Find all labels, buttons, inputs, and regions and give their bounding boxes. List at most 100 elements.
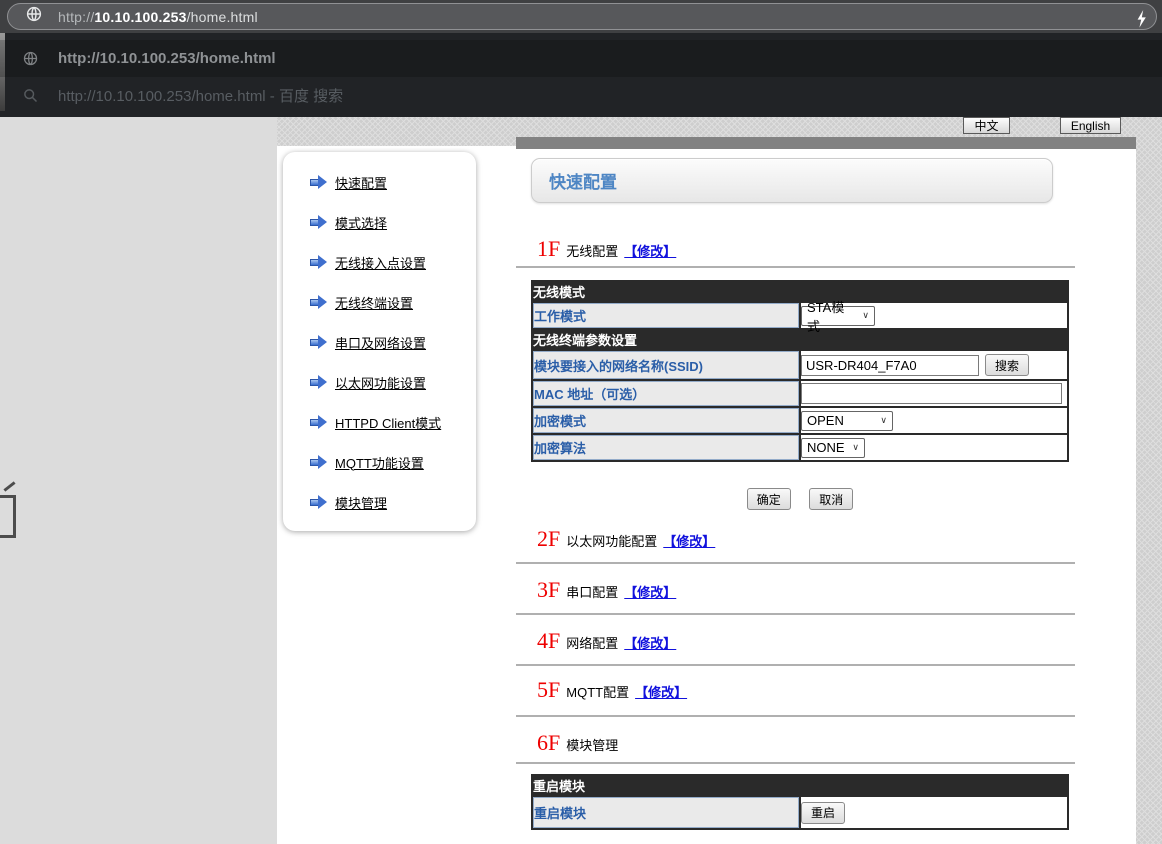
- section-heading-3f: 3F串口配置【修改】: [537, 577, 676, 603]
- section-label: MQTT配置: [566, 685, 629, 700]
- globe-icon: [26, 6, 42, 27]
- table-row: 加密模式 OPEN∨: [533, 408, 1067, 433]
- sidebar-item-serial-network-settings[interactable]: 串口及网络设置: [283, 322, 476, 362]
- mac-address-input[interactable]: [801, 383, 1062, 404]
- search-button[interactable]: 搜索: [985, 354, 1029, 376]
- url-text: http://10.10.100.253/home.html: [58, 9, 258, 25]
- blue-arrow-icon: [310, 375, 327, 389]
- modify-link[interactable]: 【修改】: [624, 636, 676, 651]
- suggestion-item-url[interactable]: http://10.10.100.253/home.html: [0, 40, 1162, 77]
- field-label: 加密模式: [533, 408, 799, 433]
- url-path: /home.html: [187, 9, 258, 25]
- wireless-config-table: 无线模式 工作模式 STA模式∨ 无线终端参数设置 模块要接入的网络名称(SSI…: [531, 280, 1069, 462]
- section-label: 无线配置: [566, 244, 618, 259]
- blue-arrow-icon: [310, 335, 327, 349]
- blue-arrow-icon: [310, 495, 327, 509]
- section-label: 模块管理: [566, 738, 618, 753]
- blue-arrow-icon: [310, 295, 327, 309]
- sidebar-item-wireless-sta-settings[interactable]: 无线终端设置: [283, 282, 476, 322]
- section-label: 以太网功能配置: [566, 534, 657, 549]
- sidebar-item-module-management[interactable]: 模块管理: [283, 482, 476, 522]
- blue-arrow-icon: [310, 415, 327, 429]
- blue-arrow-icon: [310, 175, 327, 189]
- modify-link[interactable]: 【修改】: [663, 534, 715, 549]
- section-heading-1f: 1F 无线配置【修改】: [537, 236, 676, 262]
- desktop-area: [0, 117, 277, 844]
- url-domain: 10.10.100.253: [94, 9, 186, 25]
- sidebar-menu: 快速配置 模式选择 无线接入点设置 无线终端设置 串口及网络设置 以太网功能设置: [283, 152, 476, 531]
- modify-link[interactable]: 【修改】: [635, 685, 687, 700]
- field-label: 加密算法: [533, 435, 799, 460]
- header-band: [516, 137, 1136, 149]
- modify-link[interactable]: 【修改】: [624, 585, 676, 600]
- globe-icon: [22, 51, 38, 66]
- sidebar-item-label: 快速配置: [335, 173, 387, 192]
- url-field[interactable]: http://10.10.100.253/home.html: [7, 3, 1157, 30]
- lang-english-button[interactable]: English: [1060, 117, 1121, 134]
- restart-button[interactable]: 重启: [801, 802, 845, 824]
- sidebar-item-ethernet-settings[interactable]: 以太网功能设置: [283, 362, 476, 402]
- lightning-icon[interactable]: [1135, 9, 1148, 34]
- suggestion-text: http://10.10.100.253/home.html - 百度 搜索: [58, 85, 343, 106]
- sidebar-item-label: HTTPD Client模式: [335, 413, 441, 432]
- sidebar-item-mode-select[interactable]: 模式选择: [283, 202, 476, 242]
- sidebar-item-label: 模块管理: [335, 493, 387, 512]
- divider: [516, 613, 1075, 615]
- table-group-header: 无线模式: [533, 282, 1067, 301]
- encryption-algorithm-select[interactable]: NONE∨: [801, 438, 865, 458]
- sidebar-item-label: 无线终端设置: [335, 293, 413, 312]
- divider: [516, 562, 1075, 564]
- section-number: 4F: [537, 628, 560, 653]
- chevron-down-icon: ∨: [880, 415, 887, 426]
- cancel-button[interactable]: 取消: [809, 488, 853, 510]
- screen: http://10.10.100.253/home.html http://10…: [0, 0, 1162, 844]
- section-heading-6f: 6F模块管理: [537, 730, 618, 756]
- page-background: 中文 English 快速配置 模式选择 无线接入点设置 无线终端设置: [277, 117, 1162, 844]
- lang-chinese-button[interactable]: 中文: [963, 117, 1010, 134]
- table-row: 加密算法 NONE∨: [533, 435, 1067, 460]
- table-row: 工作模式 STA模式∨: [533, 303, 1067, 328]
- section-number: 2F: [537, 526, 560, 551]
- field-label: 模块要接入的网络名称(SSID): [533, 351, 799, 379]
- browser-address-bar: http://10.10.100.253/home.html: [0, 0, 1162, 33]
- section-heading-5f: 5F MQTT配置【修改】: [537, 677, 687, 703]
- page-title-box: 快速配置: [531, 158, 1053, 203]
- work-mode-select[interactable]: STA模式∨: [801, 306, 875, 326]
- section-heading-4f: 4F 网络配置【修改】: [537, 628, 676, 654]
- section-number: 5F: [537, 677, 560, 702]
- sidebar-item-httpd-client-mode[interactable]: HTTPD Client模式: [283, 402, 476, 442]
- section-heading-2f: 2F 以太网功能配置【修改】: [537, 526, 715, 552]
- table-row: 模块要接入的网络名称(SSID) 搜索: [533, 351, 1067, 379]
- suggestion-item-search[interactable]: http://10.10.100.253/home.html - 百度 搜索: [0, 77, 1162, 114]
- section-label: 串口配置: [566, 585, 618, 600]
- sidebar-item-label: 串口及网络设置: [335, 333, 426, 352]
- sidebar-item-wireless-ap-settings[interactable]: 无线接入点设置: [283, 242, 476, 282]
- main-content: 快速配置 1F无线配置【修改】 无线模式 工作模式 STA模式∨ 无线终端参数设…: [516, 158, 1075, 844]
- field-label: 工作模式: [533, 303, 799, 328]
- sidebar-item-quick-config[interactable]: 快速配置: [283, 162, 476, 202]
- divider: [516, 715, 1075, 717]
- page-title: 快速配置: [549, 168, 617, 193]
- chevron-down-icon: ∨: [862, 310, 869, 321]
- field-label: 重启模块: [533, 797, 799, 828]
- restart-table: 重启模块 重启模块 重启: [531, 774, 1069, 830]
- blue-arrow-icon: [310, 255, 327, 269]
- ssid-input[interactable]: [801, 355, 979, 376]
- section-number: 1F: [537, 236, 560, 261]
- url-suggestions-dropdown: http://10.10.100.253/home.html http://10…: [0, 33, 1162, 117]
- ok-button[interactable]: 确定: [747, 488, 791, 510]
- url-scheme: http://: [58, 9, 94, 25]
- sidebar-item-mqtt-settings[interactable]: MQTT功能设置: [283, 442, 476, 482]
- modify-link[interactable]: 【修改】: [624, 244, 676, 259]
- divider: [516, 664, 1075, 666]
- divider: [516, 762, 1075, 764]
- chevron-down-icon: ∨: [852, 442, 859, 453]
- table-group-header: 重启模块: [533, 776, 1067, 795]
- encryption-mode-select[interactable]: OPEN∨: [801, 411, 893, 431]
- form-buttons: 确定 取消: [531, 488, 1069, 510]
- sidebar-item-label: 无线接入点设置: [335, 253, 426, 272]
- section-label: 网络配置: [566, 636, 618, 651]
- blue-arrow-icon: [310, 215, 327, 229]
- blue-arrow-icon: [310, 455, 327, 469]
- field-label: MAC 地址（可选）: [533, 381, 799, 406]
